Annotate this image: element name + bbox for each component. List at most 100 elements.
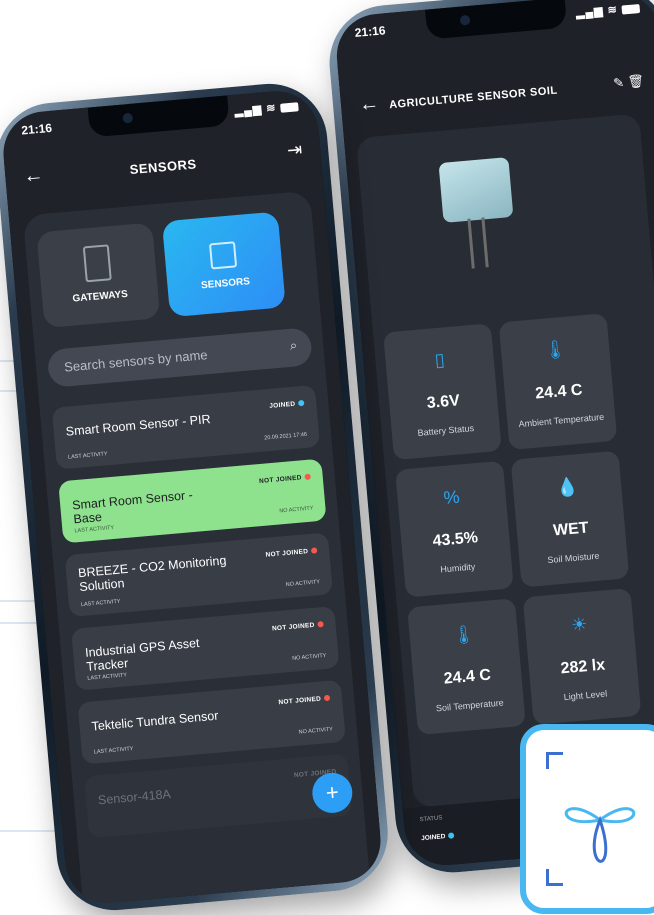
- list-item[interactable]: Smart Room Sensor - Base NOT JOINED LAST…: [58, 458, 327, 544]
- metric-value: 24.4 C: [443, 666, 492, 688]
- status-badge: JOINED: [421, 832, 455, 842]
- page-title: SENSORS: [129, 156, 198, 178]
- metric-value: WET: [552, 519, 590, 540]
- not-joined-dot-icon: [310, 547, 318, 555]
- sensor-name: BREEZE - CO2 Monitoring Solution: [77, 553, 227, 595]
- search-placeholder: Search sensors by name: [63, 347, 209, 375]
- edit-icon[interactable]: ✎: [613, 75, 625, 92]
- phone-notch: [87, 95, 230, 138]
- metric-value: 24.4 C: [534, 381, 584, 403]
- tab-gateways[interactable]: GATEWAYS: [36, 222, 161, 329]
- trash-icon[interactable]: 🗑: [627, 73, 645, 90]
- metric-label: Light Level: [563, 688, 608, 703]
- signal-wifi-battery-icon: ▂▄▆ ≋: [234, 99, 299, 118]
- metric-card: 💧 WET Soil Moisture: [510, 450, 630, 588]
- status-badge: NOT JOINED: [278, 695, 331, 707]
- status-badge: NOT JOINED: [265, 547, 318, 559]
- device-probe: [467, 218, 475, 269]
- not-joined-dot-icon: [304, 473, 311, 481]
- status-badge: NOT JOINED: [258, 473, 311, 486]
- metric-label: Soil Temperature: [435, 697, 505, 714]
- last-activity-label: LAST ACTIVITY: [74, 524, 115, 535]
- status-badge: JOINED: [269, 400, 305, 410]
- search-icon[interactable]: ⌕: [289, 337, 298, 354]
- metric-card: % 43.5% Humidity: [395, 460, 514, 598]
- back-arrow-icon[interactable]: ←: [358, 92, 380, 117]
- battery-icon: ▯: [433, 349, 446, 371]
- sensor-status: NOT JOINED: [265, 548, 309, 559]
- thermometer-icon: 🌡: [542, 338, 568, 361]
- list-item[interactable]: Tektelic Tundra Sensor NOT JOINED LAST A…: [77, 679, 346, 765]
- humidity-icon: %: [442, 486, 461, 508]
- sensor-detail-panel: ▯ 3.6V Battery Status 🌡 24.4 C Ambient T…: [355, 113, 654, 808]
- metric-label: Ambient Temperature: [518, 411, 605, 430]
- battery-icon: [621, 3, 641, 15]
- metric-value: 3.6V: [426, 392, 461, 413]
- status-time: 21:16: [20, 120, 53, 138]
- app-logo-badge: [520, 724, 654, 914]
- water-drop-icon: 💧: [555, 476, 580, 499]
- sensor-device-image: [428, 145, 538, 273]
- last-activity-label: LAST ACTIVITY: [93, 746, 134, 756]
- last-activity-label: LAST ACTIVITY: [87, 672, 128, 682]
- last-activity-time: 20.09.2021 17:46: [264, 431, 308, 442]
- status-badge: NOT JOINED: [271, 621, 324, 633]
- battery-icon: [280, 101, 299, 113]
- signal-wifi-battery-icon: ▂▄▆ ≋: [575, 1, 641, 20]
- sensors-list-phone: 21:16 ▂▄▆ ≋ ← SENSORS ⇥ GATEWAYS SENSORS…: [0, 79, 393, 915]
- tab-label: SENSORS: [200, 276, 251, 292]
- metric-label: Soil Moisture: [547, 550, 600, 566]
- status-time: 21:16: [354, 23, 387, 40]
- last-activity-time: NO ACTIVITY: [279, 505, 314, 515]
- sensor-name: Industrial GPS Asset Tracker: [84, 635, 200, 674]
- app-header: ← SENSORS ⇥: [4, 138, 322, 197]
- list-item[interactable]: Industrial GPS Asset Tracker NOT JOINED …: [71, 606, 340, 691]
- page-title: AGRICULTURE SENSOR SOIL: [388, 84, 559, 112]
- last-activity-label: LAST ACTIVITY: [80, 598, 121, 609]
- metric-label: Humidity: [439, 561, 476, 575]
- sensor-status: NOT JOINED: [258, 474, 303, 486]
- phone-notch: [425, 0, 568, 40]
- metric-value: 282 lx: [560, 656, 606, 678]
- light-bulb-icon: ☀: [570, 613, 589, 636]
- last-activity-time: NO ACTIVITY: [285, 579, 321, 589]
- joined-dot-icon: [298, 400, 305, 407]
- list-item[interactable]: Smart Room Sensor - PIR JOINED LAST ACTI…: [51, 384, 321, 470]
- background-guide-line: [0, 830, 60, 832]
- last-activity-label: LAST ACTIVITY: [67, 451, 108, 461]
- tab-sensors[interactable]: SENSORS: [161, 211, 286, 318]
- sensor-name: Sensor-418A: [97, 787, 172, 808]
- device-probe: [481, 217, 489, 268]
- metric-card: 🌡 24.4 C Soil Temperature: [407, 598, 526, 736]
- joined-dot-icon: [448, 832, 455, 840]
- metric-card: ☀ 282 lx Light Level: [522, 588, 642, 725]
- camera-icon: [122, 112, 134, 124]
- search-input[interactable]: Search sensors by name ⌕: [46, 327, 313, 388]
- sensor-list: Smart Room Sensor - PIR JOINED LAST ACTI…: [51, 384, 354, 850]
- not-joined-dot-icon: [323, 695, 331, 702]
- status-label: STATUS: [419, 815, 443, 824]
- metric-card: 🌡 24.4 C Ambient Temperature: [498, 313, 618, 451]
- status-value: JOINED: [420, 833, 446, 843]
- gateway-icon: [82, 244, 112, 283]
- sensor-status: NOT JOINED: [278, 695, 322, 707]
- sensor-status: JOINED: [269, 400, 296, 410]
- sensor-icon: [208, 241, 238, 270]
- list-item[interactable]: BREEZE - CO2 Monitoring Solution NOT JOI…: [64, 532, 333, 618]
- sensors-list-screen: 21:16 ▂▄▆ ≋ ← SENSORS ⇥ GATEWAYS SENSORS…: [0, 87, 384, 907]
- metric-label: Battery Status: [417, 423, 475, 438]
- sensor-name: Tektelic Tundra Sensor: [91, 708, 219, 734]
- not-joined-dot-icon: [317, 621, 324, 628]
- propeller-logo-icon: [564, 807, 636, 863]
- last-activity-time: NO ACTIVITY: [298, 726, 334, 736]
- metrics-grid: ▯ 3.6V Battery Status 🌡 24.4 C Ambient T…: [383, 313, 642, 736]
- sensor-name: Smart Room Sensor - PIR: [65, 412, 212, 439]
- metric-card: ▯ 3.6V Battery Status: [383, 323, 502, 461]
- logout-icon[interactable]: ⇥: [286, 139, 303, 161]
- last-activity-time: NO ACTIVITY: [291, 652, 327, 662]
- sensor-name: Smart Room Sensor - Base: [71, 487, 194, 527]
- camera-icon: [459, 14, 471, 26]
- tab-label: GATEWAYS: [72, 288, 129, 305]
- thermometer-icon: 🌡: [451, 623, 476, 646]
- sensor-status: NOT JOINED: [271, 621, 315, 633]
